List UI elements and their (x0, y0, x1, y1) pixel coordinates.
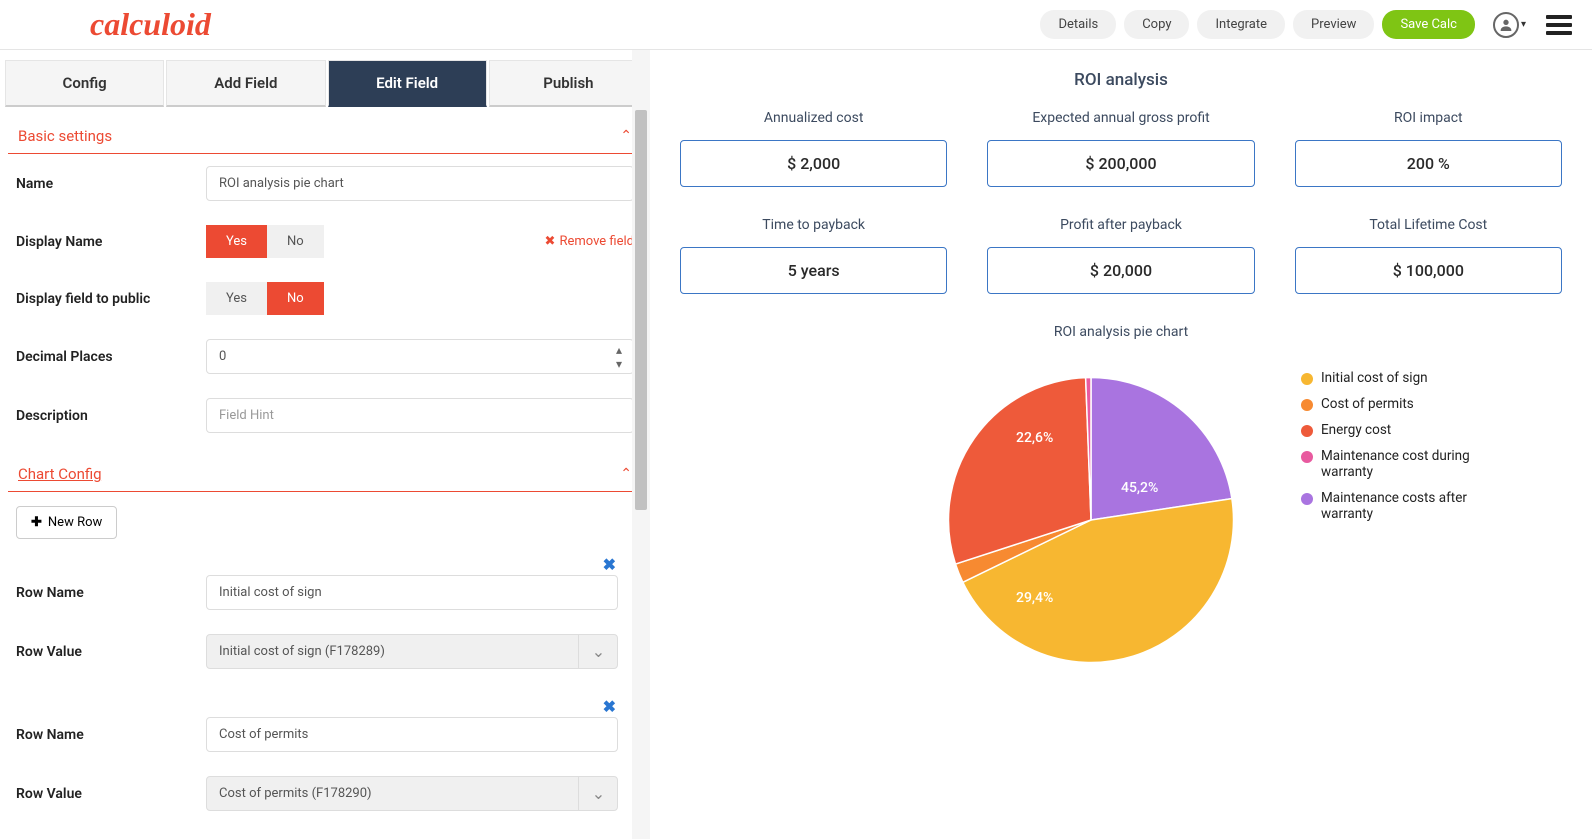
legend-swatch (1301, 493, 1313, 505)
chart-config-title: Chart Config (18, 465, 102, 483)
tab-edit-field[interactable]: Edit Field (328, 60, 487, 107)
chart-title: ROI analysis pie chart (680, 324, 1562, 340)
editor-tabs: Config Add Field Edit Field Publish (5, 60, 650, 107)
preview-pane: ROI analysis Annualized cost $ 2,000 Exp… (650, 50, 1592, 839)
card-label: Time to payback (680, 217, 947, 233)
brand-logo: calculoid (90, 6, 211, 43)
basic-settings-header[interactable]: Basic settings ⌃ (8, 107, 642, 154)
card-label: Total Lifetime Cost (1295, 217, 1562, 233)
decimal-places-select[interactable] (206, 339, 634, 374)
row-name-input[interactable] (206, 717, 618, 752)
close-icon: ✖ (545, 234, 556, 249)
cards-row-2: Time to payback 5 years Profit after pay… (680, 217, 1562, 294)
legend-swatch (1301, 373, 1313, 385)
details-button[interactable]: Details (1040, 10, 1116, 39)
decimal-places-label: Decimal Places (16, 349, 206, 365)
display-public-yes[interactable]: Yes (206, 282, 267, 315)
display-public-label: Display field to public (16, 291, 206, 307)
card-value: $ 2,000 (680, 140, 947, 187)
caret-down-icon: ▾ (1521, 19, 1526, 30)
card-value: 200 % (1295, 140, 1562, 187)
tab-publish[interactable]: Publish (489, 60, 648, 107)
pie-chart: 45,2% 29,4% 22,6% (941, 370, 1241, 670)
legend-swatch (1301, 425, 1313, 437)
chart-config-header[interactable]: Chart Config ⌃ (8, 445, 642, 492)
legend-label: Maintenance cost during warranty (1321, 448, 1481, 480)
row-name-label: Row Name (16, 585, 206, 601)
preview-button[interactable]: Preview (1293, 10, 1374, 39)
legend-item: Initial cost of sign (1301, 370, 1481, 386)
legend-label: Cost of permits (1321, 396, 1414, 412)
card-label: ROI impact (1295, 110, 1562, 126)
legend-item: Maintenance costs after warranty (1301, 490, 1481, 522)
remove-row-icon[interactable]: ✖ (603, 697, 616, 716)
basic-settings-title: Basic settings (18, 127, 112, 145)
tab-add-field[interactable]: Add Field (166, 60, 325, 107)
display-public-no[interactable]: No (267, 282, 324, 315)
display-name-no[interactable]: No (267, 225, 324, 258)
scrollbar-thumb[interactable] (635, 110, 647, 510)
preview-title: ROI analysis (680, 70, 1562, 90)
display-name-toggle: Yes No (206, 225, 324, 258)
description-label: Description (16, 408, 206, 424)
remove-row-icon[interactable]: ✖ (603, 555, 616, 574)
legend-label: Maintenance costs after warranty (1321, 490, 1481, 522)
row-value-select[interactable] (206, 776, 618, 811)
legend-item: Cost of permits (1301, 396, 1481, 412)
chevron-up-icon: ⌃ (620, 466, 632, 482)
chevron-down-icon: ⌄ (578, 634, 618, 669)
display-public-toggle: Yes No (206, 282, 634, 315)
row-value-label: Row Value (16, 644, 206, 660)
description-input[interactable] (206, 398, 634, 433)
pie-slice-label: 29,4% (1016, 590, 1053, 606)
display-name-label: Display Name (16, 234, 206, 250)
card-value: $ 200,000 (987, 140, 1254, 187)
chart-legend: Initial cost of sign Cost of permits Energ… (1301, 370, 1481, 670)
card-value: 5 years (680, 247, 947, 294)
legend-label: Energy cost (1321, 422, 1391, 438)
save-calc-button[interactable]: Save Calc (1382, 10, 1475, 39)
chevron-up-icon: ⌃ (620, 128, 632, 144)
cards-row-1: Annualized cost $ 2,000 Expected annual … (680, 110, 1562, 187)
row-value-select[interactable] (206, 634, 618, 669)
user-avatar-icon (1493, 12, 1519, 38)
card-label: Profit after payback (987, 217, 1254, 233)
integrate-button[interactable]: Integrate (1197, 10, 1285, 39)
chevron-down-icon: ⌄ (578, 776, 618, 811)
legend-item: Maintenance cost during warranty (1301, 448, 1481, 480)
copy-button[interactable]: Copy (1124, 10, 1189, 39)
legend-swatch (1301, 399, 1313, 411)
remove-field-link[interactable]: ✖ Remove field (545, 234, 634, 249)
pie-slice-label: 22,6% (1016, 430, 1053, 446)
new-row-button[interactable]: ✚ New Row (16, 506, 117, 539)
row-name-label: Row Name (16, 727, 206, 743)
card-label: Expected annual gross profit (987, 110, 1254, 126)
app-header: calculoid Details Copy Integrate Preview… (0, 0, 1592, 50)
tab-config[interactable]: Config (5, 60, 164, 107)
card-value: $ 20,000 (987, 247, 1254, 294)
name-input[interactable] (206, 166, 634, 201)
display-name-yes[interactable]: Yes (206, 225, 267, 258)
row-name-input[interactable] (206, 575, 618, 610)
legend-item: Energy cost (1301, 422, 1481, 438)
pie-slice-label: 45,2% (1121, 480, 1158, 496)
card-label: Annualized cost (680, 110, 947, 126)
name-label: Name (16, 176, 206, 192)
plus-icon: ✚ (31, 515, 42, 530)
row-value-label: Row Value (16, 786, 206, 802)
editor-pane: Config Add Field Edit Field Publish Basi… (0, 50, 650, 839)
card-value: $ 100,000 (1295, 247, 1562, 294)
legend-swatch (1301, 451, 1313, 463)
user-menu[interactable]: ▾ (1493, 12, 1526, 38)
scrollbar-track[interactable] (632, 50, 650, 839)
main-menu-button[interactable] (1546, 15, 1572, 35)
legend-label: Initial cost of sign (1321, 370, 1428, 386)
